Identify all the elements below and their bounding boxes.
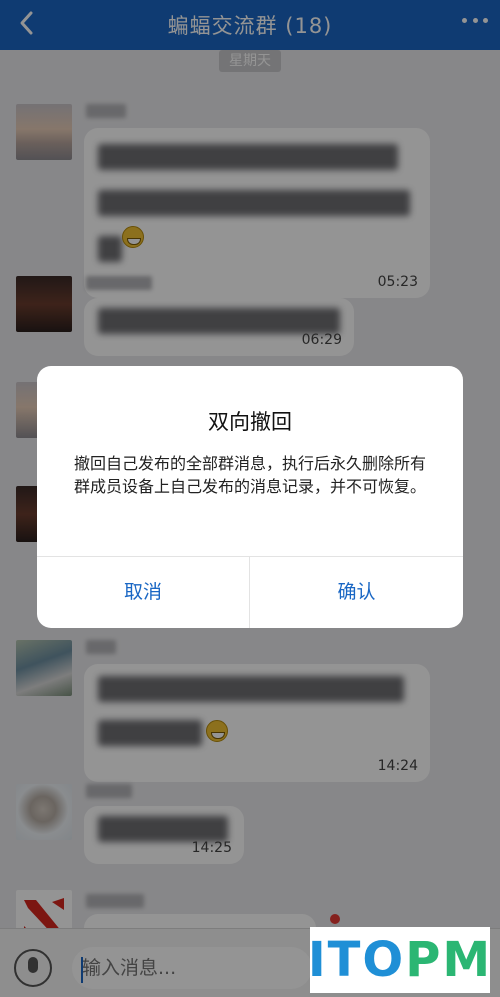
cancel-button[interactable]: 取消	[37, 557, 249, 628]
dialog-message: 撤回自己发布的全部群消息，执行后永久删除所有群成员设备上自己发布的消息记录，并不…	[73, 454, 426, 496]
watermark-text: ITOPM	[307, 932, 493, 988]
recall-dialog: 双向撤回 撤回自己发布的全部群消息，执行后永久删除所有群成员设备上自己发布的消息…	[37, 366, 463, 628]
confirm-button[interactable]: 确认	[250, 557, 463, 628]
dialog-title: 双向撤回	[208, 410, 292, 434]
watermark-logo: ITOPM	[307, 927, 493, 993]
